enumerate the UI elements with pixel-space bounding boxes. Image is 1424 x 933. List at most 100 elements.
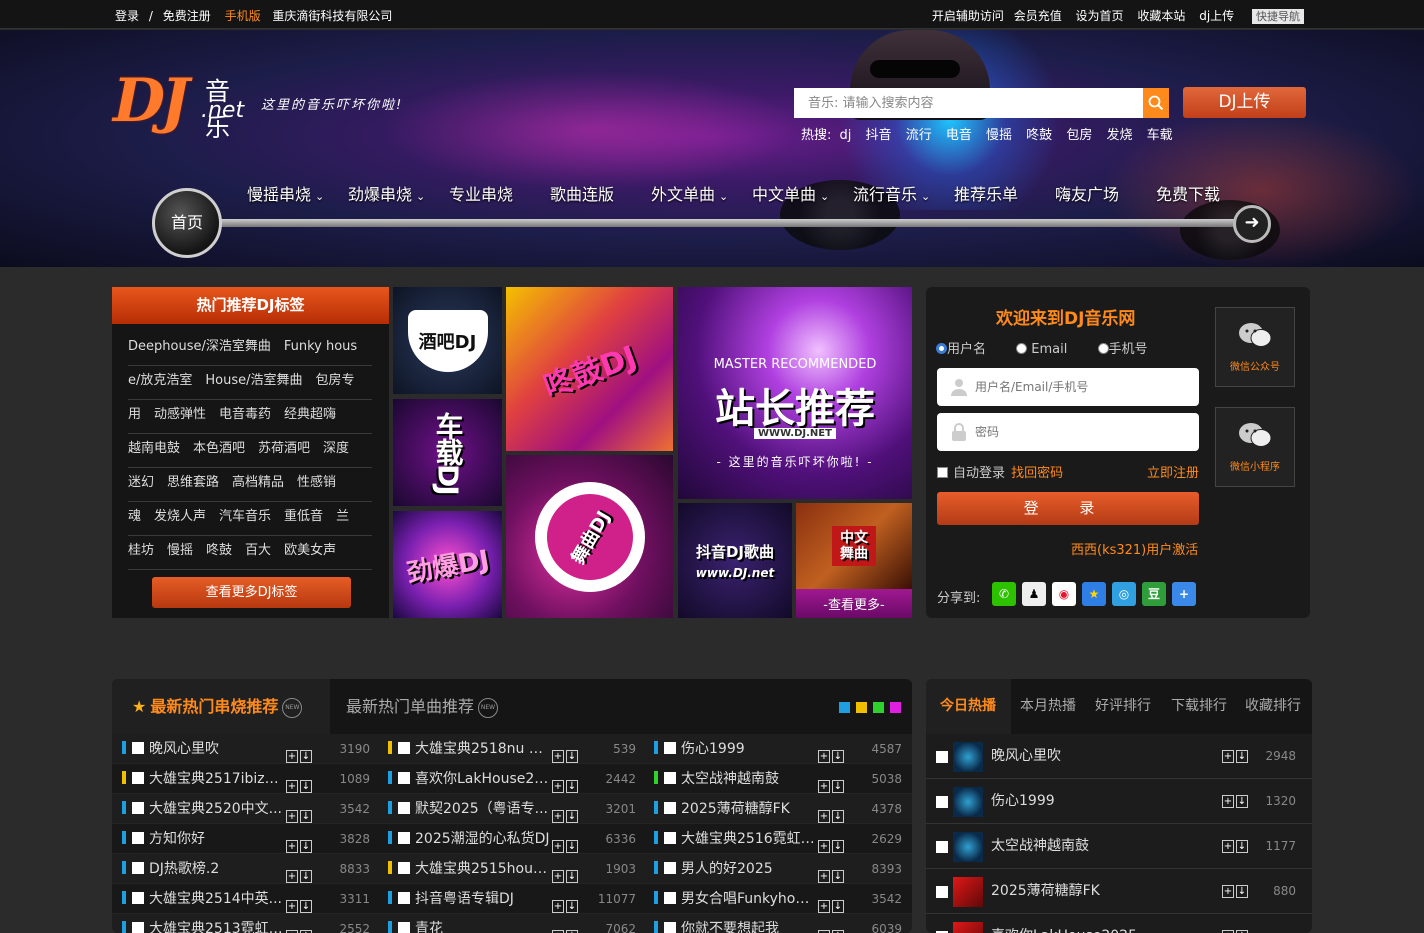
wechat-official-qr[interactable]: 微信公众号 — [1215, 307, 1295, 387]
download-icon[interactable]: ↓ — [832, 840, 844, 853]
nav-item-manyao[interactable]: 慢摇串烧 ⌄ — [247, 181, 324, 205]
cover-thumbnail[interactable] — [953, 922, 983, 933]
song-checkbox[interactable] — [398, 832, 410, 844]
tag-link[interactable]: 魂 — [128, 509, 141, 524]
weibo-icon[interactable]: ◉ — [1052, 582, 1076, 606]
accessibility-link[interactable]: 开启辅助访问 — [932, 9, 1004, 23]
rank-song-title[interactable]: 晚风心里吹 — [991, 734, 1061, 779]
mobile-link[interactable]: 手机版 — [225, 9, 261, 23]
song-title[interactable]: 2025潮湿的心私货DJ — [415, 824, 550, 854]
add-icon[interactable]: + — [1222, 840, 1234, 853]
hot-word[interactable]: 电音 — [946, 128, 972, 143]
download-icon[interactable]: ↓ — [1236, 750, 1248, 763]
tag-link[interactable]: 迷幻 — [128, 475, 154, 490]
hot-word[interactable]: 车载 — [1147, 128, 1173, 143]
tile-wuqu-dj[interactable]: 舞曲DJ — [506, 455, 673, 618]
download-icon[interactable]: ↓ — [832, 750, 844, 763]
download-icon[interactable]: ↓ — [566, 780, 578, 793]
song-checkbox[interactable] — [132, 802, 144, 814]
song-checkbox[interactable] — [664, 742, 676, 754]
tab-today[interactable]: 今日热播 — [926, 679, 1011, 734]
song-title[interactable]: 大雄宝典2516霓虹f... — [681, 824, 816, 854]
add-icon[interactable]: + — [552, 810, 564, 823]
song-title[interactable]: DJ热歌榜.2 — [149, 854, 284, 884]
nav-item-xiazai[interactable]: 免费下载 — [1156, 181, 1220, 205]
add-icon[interactable]: + — [818, 900, 830, 913]
tag-link[interactable]: 越南电鼓 — [128, 441, 180, 456]
wechat-icon[interactable]: ✆ — [992, 582, 1016, 606]
tag-link[interactable]: 桂坊 — [128, 543, 154, 558]
download-icon[interactable]: ↓ — [1236, 840, 1248, 853]
password-input[interactable] — [975, 413, 1190, 451]
add-icon[interactable]: + — [552, 840, 564, 853]
song-title[interactable]: 大雄宝典2513霓虹f... — [149, 914, 284, 933]
song-title[interactable]: 伤心1999 — [681, 734, 816, 764]
song-title[interactable]: 大雄宝典2517ibiza ... — [149, 764, 284, 794]
song-title[interactable]: 默契2025（粤语专... — [415, 794, 550, 824]
tag-link[interactable]: 思维套路 — [167, 475, 219, 490]
song-title[interactable]: 大雄宝典2520中文... — [149, 794, 284, 824]
tag-link[interactable]: 用 — [128, 407, 141, 422]
add-icon[interactable]: + — [552, 750, 564, 763]
song-title[interactable]: 男女合唱Funkyhouse — [681, 884, 816, 914]
hot-word[interactable]: 抖音 — [866, 128, 892, 143]
tile-jiuba-dj[interactable]: 酒吧DJ — [393, 287, 502, 394]
username-input[interactable] — [975, 368, 1190, 406]
set-homepage-link[interactable]: 设为首页 — [1076, 9, 1124, 23]
dj-upload-link[interactable]: dj上传 — [1199, 9, 1234, 23]
hot-word[interactable]: 慢摇 — [986, 128, 1012, 143]
tag-link[interactable]: 本色酒吧 — [193, 441, 245, 456]
qzone-icon[interactable]: ★ — [1082, 582, 1106, 606]
register-link[interactable]: 免费注册 — [163, 9, 211, 23]
tile-douyin-dj[interactable]: 抖音DJ歌曲 www.DJ.net — [678, 503, 792, 618]
download-icon[interactable]: ↓ — [300, 900, 312, 913]
radio-username[interactable]: 用户名 — [936, 342, 986, 357]
tag-link[interactable]: 重低音 — [284, 509, 323, 524]
tile-jinbao-dj[interactable]: 劲爆DJ — [393, 511, 502, 618]
search-input[interactable] — [794, 88, 1143, 118]
download-icon[interactable]: ↓ — [566, 870, 578, 883]
song-checkbox[interactable] — [132, 742, 144, 754]
rank-song-title[interactable]: 伤心1999 — [991, 779, 1055, 824]
tag-link[interactable]: 兰 — [336, 509, 349, 524]
add-icon[interactable]: + — [286, 840, 298, 853]
more-tags-button[interactable]: 查看更多DJ标签 — [152, 577, 351, 608]
nav-item-lianban[interactable]: 歌曲连版 — [550, 181, 614, 205]
nav-item-zhongwen[interactable]: 中文单曲 ⌄ — [752, 181, 829, 205]
add-icon[interactable]: + — [286, 900, 298, 913]
download-icon[interactable]: ↓ — [832, 870, 844, 883]
cover-thumbnail[interactable] — [953, 832, 983, 862]
hot-word[interactable]: 包房 — [1066, 128, 1092, 143]
nav-item-jinbao[interactable]: 劲爆串烧 ⌄ — [348, 181, 425, 205]
tag-link[interactable]: House/浩室舞曲 — [205, 373, 302, 388]
add-icon[interactable]: + — [552, 870, 564, 883]
forgot-password-link[interactable]: 找回密码 — [1011, 466, 1063, 481]
tag-link[interactable]: 慢摇 — [167, 543, 193, 558]
add-icon[interactable]: + — [1222, 750, 1234, 763]
color-dot[interactable] — [873, 702, 884, 713]
cover-thumbnail[interactable] — [953, 787, 983, 817]
song-title[interactable]: 2025薄荷糖醇FK — [681, 794, 816, 824]
download-icon[interactable]: ↓ — [832, 780, 844, 793]
download-icon[interactable]: ↓ — [1236, 795, 1248, 808]
tag-link[interactable]: 汽车音乐 — [219, 509, 271, 524]
download-icon[interactable]: ↓ — [832, 810, 844, 823]
tag-link[interactable]: 苏荷酒吧 — [258, 441, 310, 456]
song-checkbox[interactable] — [398, 922, 410, 933]
song-title[interactable]: 大雄宝典2518nu disco... — [415, 734, 550, 764]
tile-master-recommended[interactable]: MASTER RECOMMENDED 站长推荐 WWW.DJ.NET - 这里的… — [678, 287, 912, 499]
radio-phone[interactable]: 手机号 — [1097, 342, 1148, 357]
nav-item-liuxing[interactable]: 流行音乐 ⌄ — [853, 181, 930, 205]
download-icon[interactable]: ↓ — [566, 900, 578, 913]
download-icon[interactable]: ↓ — [566, 750, 578, 763]
download-icon[interactable]: ↓ — [1236, 885, 1248, 898]
nav-item-waiwen[interactable]: 外文单曲 ⌄ — [651, 181, 728, 205]
add-icon[interactable]: + — [286, 870, 298, 883]
tab-favorite[interactable]: 收藏排行 — [1245, 679, 1301, 734]
quick-nav-button[interactable]: 快捷导航 — [1252, 9, 1304, 24]
more-share-icon[interactable]: + — [1172, 582, 1196, 606]
tab-download[interactable]: 下载排行 — [1171, 679, 1227, 734]
add-icon[interactable]: + — [286, 810, 298, 823]
song-checkbox[interactable] — [664, 922, 676, 933]
rank-checkbox[interactable] — [936, 841, 948, 853]
